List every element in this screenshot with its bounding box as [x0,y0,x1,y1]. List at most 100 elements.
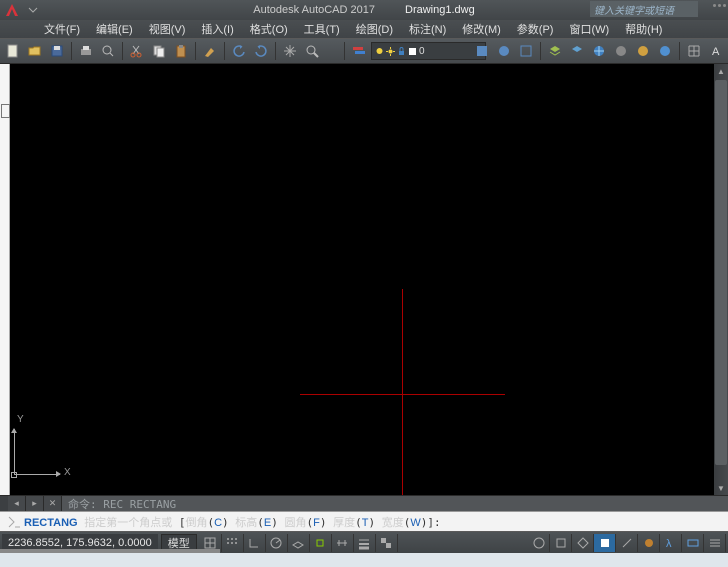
tool-c-icon[interactable] [516,41,536,61]
menubar: 文件(F) 编辑(E) 视图(V) 插入(I) 格式(O) 工具(T) 绘图(D… [0,20,728,38]
search-placeholder: 键入关键字或短语 [594,2,674,17]
menu-insert[interactable]: 插入(I) [193,19,241,39]
transparency-icon[interactable] [376,534,398,552]
hscroll-right-icon[interactable]: ▸ [26,496,44,512]
zoom-icon[interactable] [302,41,322,61]
lineweight-icon[interactable] [354,534,376,552]
main-toolbar: 0 ▾ A [0,38,728,64]
vertical-scrollbar[interactable]: ▲ ▼ [714,64,728,495]
toolbar-right: A [472,41,726,61]
titlebar: Autodesk AutoCAD 2017 Drawing1.dwg 键入关键字… [0,0,728,20]
menu-dimension[interactable]: 标注(N) [401,19,454,39]
crosshair-vertical [402,289,403,495]
pan-icon[interactable] [280,41,300,61]
cmd-prompt-icon [8,516,22,528]
status-r3-icon[interactable] [572,534,594,552]
new-icon[interactable] [3,41,23,61]
ortho-toggle-icon[interactable] [244,534,266,552]
scroll-up-icon[interactable]: ▲ [714,64,728,78]
hscroll-row: ◂ ▸ ✕ 命令: REC RECTANG [0,495,728,511]
file-name: Drawing1.dwg [405,4,475,16]
close-cmd-icon[interactable]: ✕ [44,496,62,512]
cmd-history-text: 命令: REC RECTANG [68,496,176,512]
menu-params[interactable]: 参数(P) [509,19,562,39]
sun-icon [386,47,395,56]
drawing-canvas[interactable]: Y X ▲ ▼ [0,64,728,495]
menu-draw[interactable]: 绘图(D) [348,19,401,39]
shade-icon[interactable] [633,41,653,61]
menu-file[interactable]: 文件(F) [36,19,88,39]
app-window: Autodesk AutoCAD 2017 Drawing1.dwg 键入关键字… [0,0,728,553]
hscroll-controls: ◂ ▸ ✕ [8,496,62,512]
command-history: 命令: REC RECTANG [62,496,728,512]
status-r2-icon[interactable] [550,534,572,552]
status-r4-icon[interactable] [594,534,616,552]
qat-dropdown-icon[interactable] [26,3,40,17]
command-line[interactable]: RECTANG 指定第一个角点或 [倒角(C) 标高(E) 圆角(F) 厚度(T… [0,511,728,531]
layers2-icon[interactable] [567,41,587,61]
status-r7-icon[interactable]: λ [660,534,682,552]
crosshair-horizontal [300,394,505,395]
window-dots [713,4,726,7]
copy-icon[interactable] [149,41,169,61]
layer-combo[interactable]: 0 ▾ [371,42,486,60]
osnap-toggle-icon[interactable] [310,534,332,552]
menu-edit[interactable]: 编辑(E) [88,19,141,39]
layer-name: 0 [419,46,425,57]
render-icon[interactable] [611,41,631,61]
quick-access-toolbar [24,3,40,17]
ucs-y-axis [14,429,15,475]
grid-icon[interactable] [684,41,704,61]
layer-color-icon [408,47,417,56]
redo-icon[interactable] [251,41,271,61]
save-icon[interactable] [47,41,67,61]
status-r8-icon[interactable] [682,534,704,552]
paste-icon[interactable] [171,41,191,61]
menu-tools[interactable]: 工具(T) [296,19,348,39]
lightbulb-icon [375,47,384,56]
polar-toggle-icon[interactable] [266,534,288,552]
layers-icon[interactable] [545,41,565,61]
scroll-down-icon[interactable]: ▼ [714,481,728,495]
sky-icon[interactable] [655,41,675,61]
title-text: Autodesk AutoCAD 2017 Drawing1.dwg [253,4,474,16]
menu-view[interactable]: 视图(V) [141,19,194,39]
status-r6-icon[interactable] [638,534,660,552]
status-r1-icon[interactable] [528,534,550,552]
app-name: Autodesk AutoCAD 2017 [253,4,375,16]
status-r5-icon[interactable] [616,534,638,552]
customize-icon[interactable] [704,534,726,552]
left-panel-strip[interactable] [0,64,10,495]
scroll-thumb[interactable] [715,80,727,465]
svg-text:A: A [712,46,720,58]
lock-icon [397,47,406,56]
ucs-x-axis [14,474,60,475]
preview-icon[interactable] [98,41,118,61]
menu-format[interactable]: 格式(O) [242,19,296,39]
cut-icon[interactable] [127,41,147,61]
menu-help[interactable]: 帮助(H) [617,19,670,39]
open-icon[interactable] [25,41,45,61]
menu-window[interactable]: 窗口(W) [561,19,617,39]
hscroll-left-icon[interactable]: ◂ [8,496,26,512]
tool-b-icon[interactable] [494,41,514,61]
menu-modify[interactable]: 修改(M) [454,19,509,39]
cmd-active: RECTANG 指定第一个角点或 [24,514,179,530]
app-logo[interactable] [3,2,21,18]
match-icon[interactable] [200,41,220,61]
snap-toggle-icon[interactable] [222,534,244,552]
tool-a-icon[interactable] [472,41,492,61]
os-taskbar-sliver [0,553,728,567]
search-box[interactable]: 键入关键字或短语 [590,1,698,17]
globe-icon[interactable] [589,41,609,61]
isodraft-icon[interactable] [288,534,310,552]
print-icon[interactable] [76,41,96,61]
ucs-y-label: Y [17,414,24,425]
cmd-options[interactable]: [倒角(C) 标高(E) 圆角(F) 厚度(T) 宽度(W)]: [179,514,441,530]
svg-text:λ: λ [666,538,672,550]
undo-icon[interactable] [229,41,249,61]
layer-props-icon[interactable] [349,41,369,61]
ucs-origin-icon [11,472,17,478]
otrack-icon[interactable] [332,534,354,552]
text-icon[interactable]: A [706,41,726,61]
